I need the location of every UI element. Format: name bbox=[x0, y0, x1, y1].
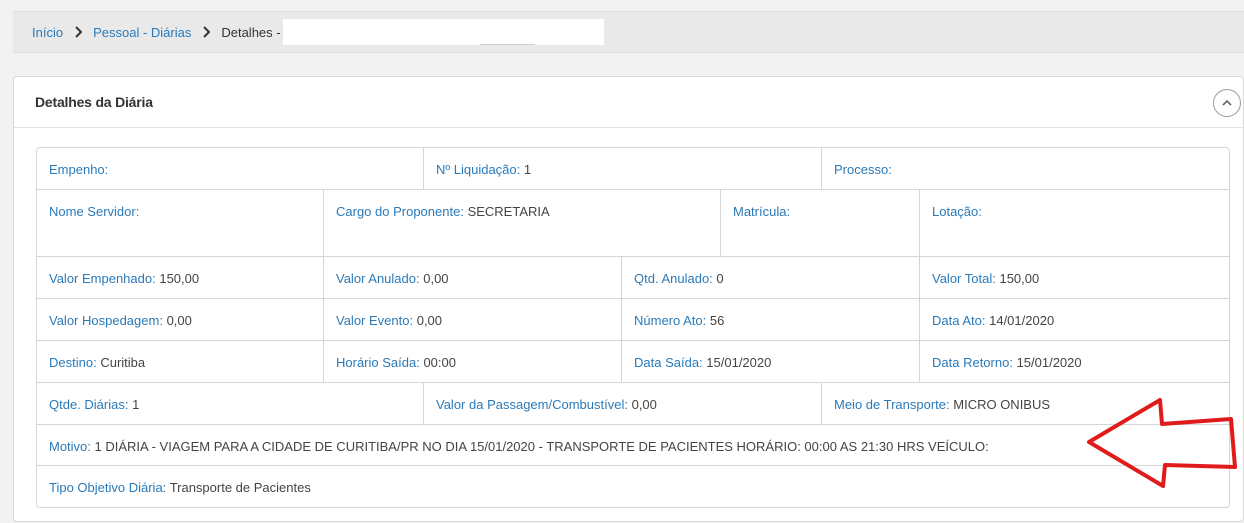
field-label: Meio de Transporte: bbox=[834, 397, 950, 412]
field-value: 0,00 bbox=[631, 397, 657, 412]
breadcrumb: Início Pessoal - Diárias Detalhes - bbox=[13, 11, 1244, 53]
field-value: 15/01/2020 bbox=[1016, 355, 1082, 370]
panel-title: Detalhes da Diária bbox=[35, 94, 153, 110]
field-data-retorno: Data Retorno: 15/01/2020 bbox=[920, 341, 1229, 382]
field-valor-anulado: Valor Anulado: 0,00 bbox=[324, 257, 622, 298]
field-motivo: Motivo: 1 DIÁRIA - VIAGEM PARA A CIDADE … bbox=[37, 425, 1229, 465]
field-label: Valor Anulado: bbox=[336, 271, 420, 286]
collapse-button[interactable] bbox=[1213, 89, 1241, 117]
field-qtd-anulado: Qtd. Anulado: 0 bbox=[622, 257, 920, 298]
field-label: Qtd. Anulado: bbox=[634, 271, 713, 286]
field-value: MICRO ONIBUS bbox=[953, 397, 1051, 412]
field-valor-empenhado: Valor Empenhado: 150,00 bbox=[37, 257, 324, 298]
field-value: 00:00 bbox=[423, 355, 456, 370]
field-lotacao: Lotação: bbox=[920, 190, 1229, 256]
field-value: 14/01/2020 bbox=[989, 313, 1055, 328]
field-destino: Destino: Curitiba bbox=[37, 341, 324, 382]
field-label: Destino: bbox=[49, 355, 97, 370]
field-value: Curitiba bbox=[100, 355, 146, 370]
field-value: 1 bbox=[523, 162, 532, 177]
field-empenho: Empenho: bbox=[37, 148, 424, 189]
table-row: Destino: Curitiba Horário Saída: 00:00 D… bbox=[37, 341, 1229, 383]
field-label: Valor Evento: bbox=[336, 313, 414, 328]
chevron-up-icon bbox=[1222, 99, 1232, 106]
field-label: Motivo: bbox=[49, 439, 91, 454]
field-value: 0,00 bbox=[166, 313, 192, 328]
field-value: 0,00 bbox=[423, 271, 449, 286]
field-qtde-diarias: Qtde. Diárias: 1 bbox=[37, 383, 424, 424]
annotation-arrow-icon bbox=[1087, 398, 1237, 488]
field-label: Nome Servidor: bbox=[49, 204, 140, 219]
table-row: Motivo: 1 DIÁRIA - VIAGEM PARA A CIDADE … bbox=[37, 425, 1229, 466]
breadcrumb-home-link[interactable]: Início bbox=[32, 25, 63, 40]
field-label: Valor Empenhado: bbox=[49, 271, 156, 286]
field-liquidacao: Nº Liquidação: 1 bbox=[424, 148, 822, 189]
field-label: Lotação: bbox=[932, 204, 982, 219]
field-label: Qtde. Diárias: bbox=[49, 397, 129, 412]
details-panel: Detalhes da Diária Empenho: Nº Liquidaçã… bbox=[13, 76, 1244, 522]
panel-header: Detalhes da Diária bbox=[14, 77, 1243, 128]
field-value: 150,00 bbox=[159, 271, 200, 286]
field-label: Valor Total: bbox=[932, 271, 996, 286]
field-label: Data Ato: bbox=[932, 313, 986, 328]
field-horario-saida: Horário Saída: 00:00 bbox=[324, 341, 622, 382]
field-value: 1 bbox=[132, 397, 140, 412]
table-row: Empenho: Nº Liquidação: 1 Processo: bbox=[37, 148, 1229, 190]
details-table: Empenho: Nº Liquidação: 1 Processo: Nome… bbox=[36, 147, 1230, 508]
table-row: Valor Empenhado: 150,00 Valor Anulado: 0… bbox=[37, 257, 1229, 299]
field-tipo-objetivo: Tipo Objetivo Diária: Transporte de Paci… bbox=[37, 466, 1229, 507]
field-label: Processo: bbox=[834, 162, 892, 177]
field-value: 0 bbox=[716, 271, 724, 286]
field-valor-evento: Valor Evento: 0,00 bbox=[324, 299, 622, 340]
field-label: Data Retorno: bbox=[932, 355, 1013, 370]
breadcrumb-section-link[interactable]: Pessoal - Diárias bbox=[93, 25, 191, 40]
field-value: 56 bbox=[709, 313, 725, 328]
field-label: Cargo do Proponente: bbox=[336, 204, 464, 219]
field-processo: Processo: bbox=[822, 148, 1229, 189]
field-valor-total: Valor Total: 150,00 bbox=[920, 257, 1229, 298]
field-nome-servidor: Nome Servidor: bbox=[37, 190, 324, 256]
field-valor-hospedagem: Valor Hospedagem: 0,00 bbox=[37, 299, 324, 340]
field-label: Matrícula: bbox=[733, 204, 791, 219]
field-value: Transporte de Pacientes bbox=[169, 480, 311, 495]
field-value: 150,00 bbox=[999, 271, 1040, 286]
table-row: Nome Servidor: Cargo do Proponente: SECR… bbox=[37, 190, 1229, 257]
field-numero-ato: Número Ato: 56 bbox=[622, 299, 920, 340]
field-cargo: Cargo do Proponente: SECRETARIA bbox=[324, 190, 721, 256]
field-label: Nº Liquidação: bbox=[436, 162, 521, 177]
field-label: Número Ato: bbox=[634, 313, 707, 328]
field-matricula: Matrícula: bbox=[721, 190, 920, 256]
field-label: Tipo Objetivo Diária: bbox=[49, 480, 167, 495]
field-label: Valor Hospedagem: bbox=[49, 313, 163, 328]
field-label: Valor da Passagem/Combustível: bbox=[436, 397, 628, 412]
chevron-right-icon bbox=[203, 26, 211, 38]
field-label: Data Saída: bbox=[634, 355, 703, 370]
field-value: 0,00 bbox=[416, 313, 443, 328]
table-row: Qtde. Diárias: 1 Valor da Passagem/Combu… bbox=[37, 383, 1229, 425]
table-row: Tipo Objetivo Diária: Transporte de Paci… bbox=[37, 466, 1229, 507]
field-data-saida: Data Saída: 15/01/2020 bbox=[622, 341, 920, 382]
field-value: 1 DIÁRIA - VIAGEM PARA A CIDADE DE CURIT… bbox=[94, 439, 989, 454]
field-label: Horário Saída: bbox=[336, 355, 420, 370]
field-label: Empenho: bbox=[49, 162, 109, 177]
field-valor-passagem: Valor da Passagem/Combustível: 0,00 bbox=[424, 383, 822, 424]
breadcrumb-current: Detalhes - bbox=[221, 24, 281, 40]
redaction-block bbox=[282, 19, 604, 45]
chevron-right-icon bbox=[75, 26, 83, 38]
redaction-underline bbox=[480, 44, 535, 45]
table-row: Valor Hospedagem: 0,00 Valor Evento: 0,0… bbox=[37, 299, 1229, 341]
field-data-ato: Data Ato: 14/01/2020 bbox=[920, 299, 1229, 340]
field-value: 15/01/2020 bbox=[706, 355, 772, 370]
field-value: SECRETARIA bbox=[467, 204, 550, 219]
